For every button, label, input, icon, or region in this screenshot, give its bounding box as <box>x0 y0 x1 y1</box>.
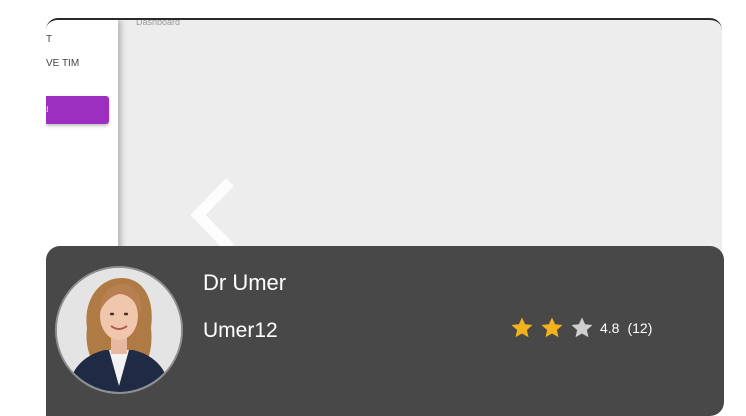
star-filled-icon <box>511 317 533 338</box>
carousel-prev-button[interactable] <box>188 178 238 252</box>
profile-username: Umer12 <box>203 319 278 342</box>
profile-name: Dr Umer <box>203 270 287 295</box>
slide-header-text: Dashboard <box>136 18 181 27</box>
star-empty-icon <box>571 317 593 338</box>
profile-carousel: Dashboard T VE TIM d <box>0 0 746 416</box>
chevron-left-icon <box>190 178 234 252</box>
star-filled-icon <box>541 317 563 338</box>
sidebar-line-1: T <box>46 34 53 45</box>
sidebar-button: d <box>46 96 109 124</box>
person-avatar-icon <box>57 268 181 392</box>
avatar <box>55 266 183 394</box>
rating-count: (12) <box>627 320 653 336</box>
rating-value: 4.8 <box>600 320 620 336</box>
rating: 4.8 (12) <box>510 316 652 340</box>
sidebar-line-2: VE TIM <box>46 58 80 69</box>
profile-card: Dr Umer Umer12 4.8 (12) <box>46 246 724 416</box>
